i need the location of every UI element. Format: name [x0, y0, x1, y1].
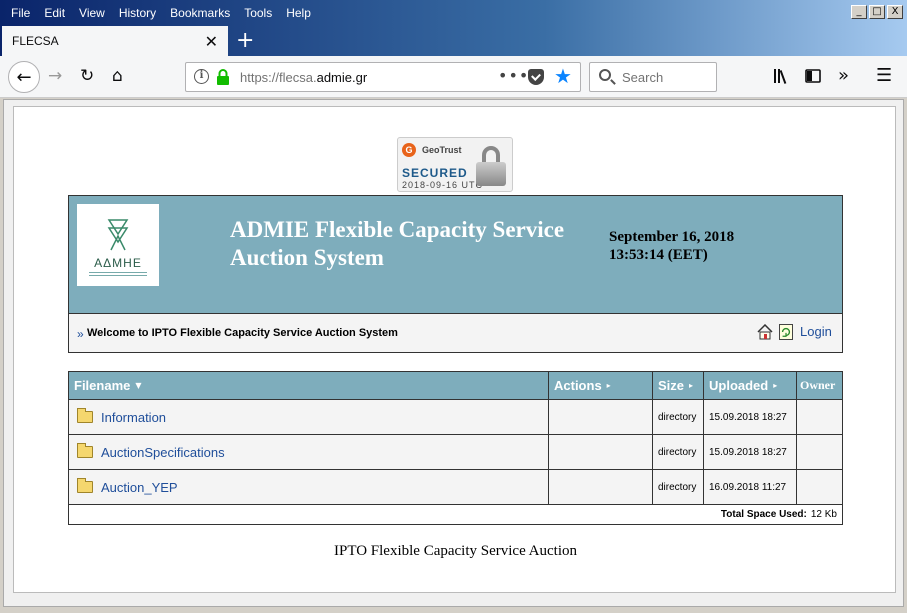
search-box[interactable]: Search [589, 62, 717, 92]
nav-bar: ← → ↻ ⌂ i https://flecsa.admie.gr ••• ★ … [0, 56, 907, 98]
welcome-arrow: » [77, 327, 84, 341]
overflow-chevron-icon[interactable]: » [838, 66, 849, 86]
menu-help[interactable]: Help [279, 6, 318, 20]
badge-secured: SECURED [402, 166, 468, 180]
new-tab-icon[interactable]: + [236, 28, 254, 53]
maximize-button[interactable]: □ [869, 5, 885, 19]
folder-link-information[interactable]: Information [101, 410, 166, 425]
back-icon[interactable]: ← [8, 61, 40, 93]
url-bar[interactable]: i https://flecsa.admie.gr ••• ★ [185, 62, 581, 92]
table-row: Information directory 15.09.2018 18:27 [69, 399, 842, 434]
folder-icon[interactable] [77, 443, 93, 458]
total-space-label: Total Space Used: [720, 509, 807, 520]
menu-history[interactable]: History [112, 6, 163, 20]
geotrust-badge[interactable]: G GeoTrust SECURED 2018-09-16 UTC [397, 137, 513, 192]
admie-logo: ΑΔΜΗΕ [77, 204, 159, 286]
table-row: AuctionSpecifications directory 15.09.20… [69, 434, 842, 469]
pocket-icon[interactable] [528, 69, 544, 85]
column-uploaded[interactable]: Uploaded ▸ [703, 372, 796, 399]
column-size[interactable]: Size ▸ [652, 372, 703, 399]
menu-view[interactable]: View [72, 6, 112, 20]
bookmark-star-icon[interactable]: ★ [554, 64, 572, 88]
sort-icon: ▸ [606, 381, 611, 390]
file-table: Filename ▼ Actions ▸ Size ▸ Uploaded ▸ Owner… [68, 371, 843, 525]
window-controls: _ □ X [851, 5, 903, 19]
welcome-bar: » Welcome to IPTO Flexible Capacity Serv… [68, 314, 843, 353]
menu-bookmarks[interactable]: Bookmarks [163, 6, 237, 20]
page-footer: IPTO Flexible Capacity Service Auction [333, 543, 577, 559]
viewport: G GeoTrust SECURED 2018-09-16 UTC ΑΔΜΗΕ … [3, 99, 904, 607]
login-link[interactable]: Login [800, 324, 832, 339]
library-icon[interactable] [772, 67, 790, 85]
logo-text: ΑΔΜΗΕ [94, 256, 142, 270]
search-icon [599, 69, 611, 81]
total-space-value: 12 Kb [810, 509, 837, 520]
page-actions-icon[interactable]: ••• [498, 66, 529, 85]
welcome-text: Welcome to IPTO Flexible Capacity Servic… [87, 327, 398, 339]
sidebar-icon[interactable] [804, 67, 822, 85]
menu-tools[interactable]: Tools [237, 6, 279, 20]
total-space-row: Total Space Used: 12 Kb [69, 504, 842, 524]
menu-bar: File Edit View History Bookmarks Tools H… [0, 0, 907, 26]
home-icon[interactable] [757, 324, 773, 340]
sort-icon: ▸ [773, 381, 778, 390]
page: G GeoTrust SECURED 2018-09-16 UTC ΑΔΜΗΕ … [13, 106, 896, 593]
search-placeholder: Search [622, 70, 664, 85]
tab-strip: FLECSA ✕ + [0, 26, 907, 56]
table-header: Filename ▼ Actions ▸ Size ▸ Uploaded ▸ Owner [69, 372, 842, 399]
badge-brand: GeoTrust [422, 145, 462, 155]
folder-icon[interactable] [77, 408, 93, 423]
home-icon[interactable]: ⌂ [112, 66, 123, 86]
menu-file[interactable]: File [4, 6, 37, 20]
refresh-icon[interactable] [779, 324, 793, 340]
reload-icon[interactable]: ↻ [80, 66, 94, 86]
table-row: Auction_YEP directory 16.09.2018 11:27 [69, 469, 842, 504]
forward-icon[interactable]: → [48, 66, 62, 86]
folder-link-auction-yep[interactable]: Auction_YEP [101, 480, 178, 495]
lock-icon[interactable] [216, 69, 230, 85]
padlock-icon [476, 146, 506, 186]
url-text[interactable]: https://flecsa.admie.gr [240, 70, 367, 85]
geotrust-logo-icon: G [402, 143, 416, 157]
minimize-button[interactable]: _ [851, 5, 867, 19]
column-owner[interactable]: Owner [796, 372, 842, 399]
admie-logo-icon [107, 219, 129, 251]
hamburger-menu-icon[interactable]: ☰ [876, 66, 892, 86]
badge-date: 2018-09-16 UTC [402, 180, 484, 190]
tab-title: FLECSA [12, 34, 59, 48]
sort-icon: ▸ [689, 381, 694, 390]
date-time: September 16, 2018 13:53:14 (EET) [609, 229, 735, 263]
column-actions[interactable]: Actions ▸ [548, 372, 652, 399]
close-tab-icon[interactable]: ✕ [205, 32, 218, 51]
site-header: ΑΔΜΗΕ ADMIE Flexible Capacity Service Au… [68, 195, 843, 314]
sort-down-icon: ▼ [135, 381, 142, 390]
column-filename[interactable]: Filename ▼ [69, 372, 548, 399]
info-icon[interactable]: i [194, 69, 209, 84]
tab-flecsa[interactable]: FLECSA ✕ [2, 26, 228, 56]
folder-icon[interactable] [77, 478, 93, 493]
folder-link-auctionspecifications[interactable]: AuctionSpecifications [101, 445, 225, 460]
close-window-button[interactable]: X [887, 5, 903, 19]
menu-edit[interactable]: Edit [37, 6, 72, 20]
site-title: ADMIE Flexible Capacity Service Auction … [230, 217, 565, 270]
